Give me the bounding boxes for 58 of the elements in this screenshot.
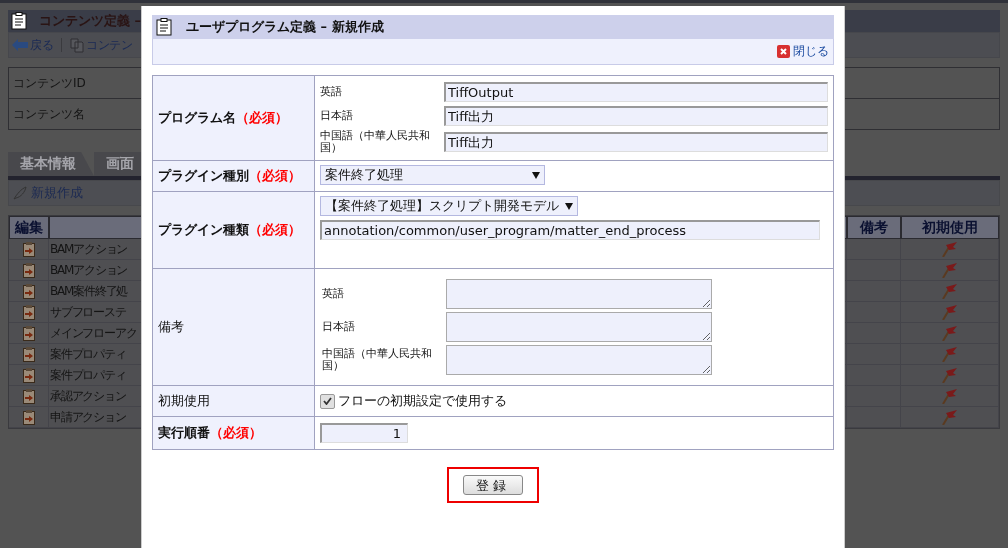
dropdown[interactable]: 案件終了処理 — [320, 165, 545, 186]
flag-icon — [941, 388, 958, 404]
edit-icon[interactable] — [22, 304, 35, 320]
field-label: 初期使用 — [158, 393, 210, 409]
edit-icon[interactable] — [22, 346, 35, 362]
required-mark: （必須） — [236, 110, 288, 126]
flag-icon — [941, 367, 958, 383]
language-label: 日本語 — [322, 321, 356, 334]
flag-icon — [941, 409, 958, 425]
document-icon — [70, 37, 85, 53]
feather-icon — [13, 186, 27, 200]
number-input[interactable]: 1 — [320, 423, 408, 444]
field-label: プラグイン種別 — [158, 168, 249, 184]
text-input[interactable]: Tiff出力 — [444, 132, 828, 153]
column-header: 編集 — [9, 216, 49, 239]
edit-icon[interactable] — [22, 283, 35, 299]
textarea[interactable] — [446, 312, 712, 343]
close-icon — [777, 45, 790, 58]
required-mark: （必須） — [249, 168, 301, 184]
edit-icon[interactable] — [22, 241, 35, 257]
edit-icon[interactable] — [22, 409, 35, 425]
flag-icon — [941, 304, 958, 320]
edit-icon[interactable] — [22, 367, 35, 383]
tab[interactable]: 基本情報 — [8, 152, 94, 176]
close-link[interactable]: 閉じる — [777, 43, 829, 60]
language-label: 英語 — [320, 85, 343, 99]
flag-icon — [941, 262, 958, 278]
column-header: 初期使用 — [901, 216, 999, 239]
dialog-title: ユーザプログラム定義 – 新規作成 — [186, 18, 384, 36]
flag-icon — [941, 283, 958, 299]
language-label: 中国語（中華人民共和国） — [320, 130, 431, 155]
register-button[interactable]: 登録 — [463, 475, 523, 496]
required-mark: （必須） — [249, 222, 301, 238]
language-label: 日本語 — [320, 109, 354, 123]
checkbox[interactable] — [320, 393, 335, 409]
column-header: 備考 — [847, 216, 901, 239]
textarea[interactable] — [446, 279, 712, 310]
field-label: プログラム名 — [158, 110, 236, 126]
edit-icon[interactable] — [22, 262, 35, 278]
flag-icon — [941, 241, 958, 257]
field-label: プラグイン種類 — [158, 222, 249, 238]
text-input[interactable]: Tiff出力 — [444, 106, 828, 126]
text-input[interactable]: TiffOutput — [444, 82, 828, 102]
clipboard-icon — [156, 18, 172, 36]
dropdown[interactable]: 【案件終了処理】スクリプト開発モデル — [320, 196, 578, 217]
flag-icon — [941, 346, 958, 362]
required-mark: （必須） — [210, 425, 262, 441]
flag-icon — [941, 325, 958, 341]
edit-icon[interactable] — [22, 388, 35, 404]
field-label: 実行順番 — [158, 425, 210, 441]
text-input[interactable]: annotation/common/user_program/matter_end_process — [320, 220, 820, 241]
edit-icon[interactable] — [22, 325, 35, 341]
left-arrow-icon — [12, 39, 28, 51]
textarea[interactable] — [446, 345, 712, 376]
language-label: 英語 — [322, 288, 345, 301]
caret-icon — [565, 202, 573, 210]
clipboard-icon — [11, 12, 27, 30]
check-icon — [323, 397, 332, 406]
